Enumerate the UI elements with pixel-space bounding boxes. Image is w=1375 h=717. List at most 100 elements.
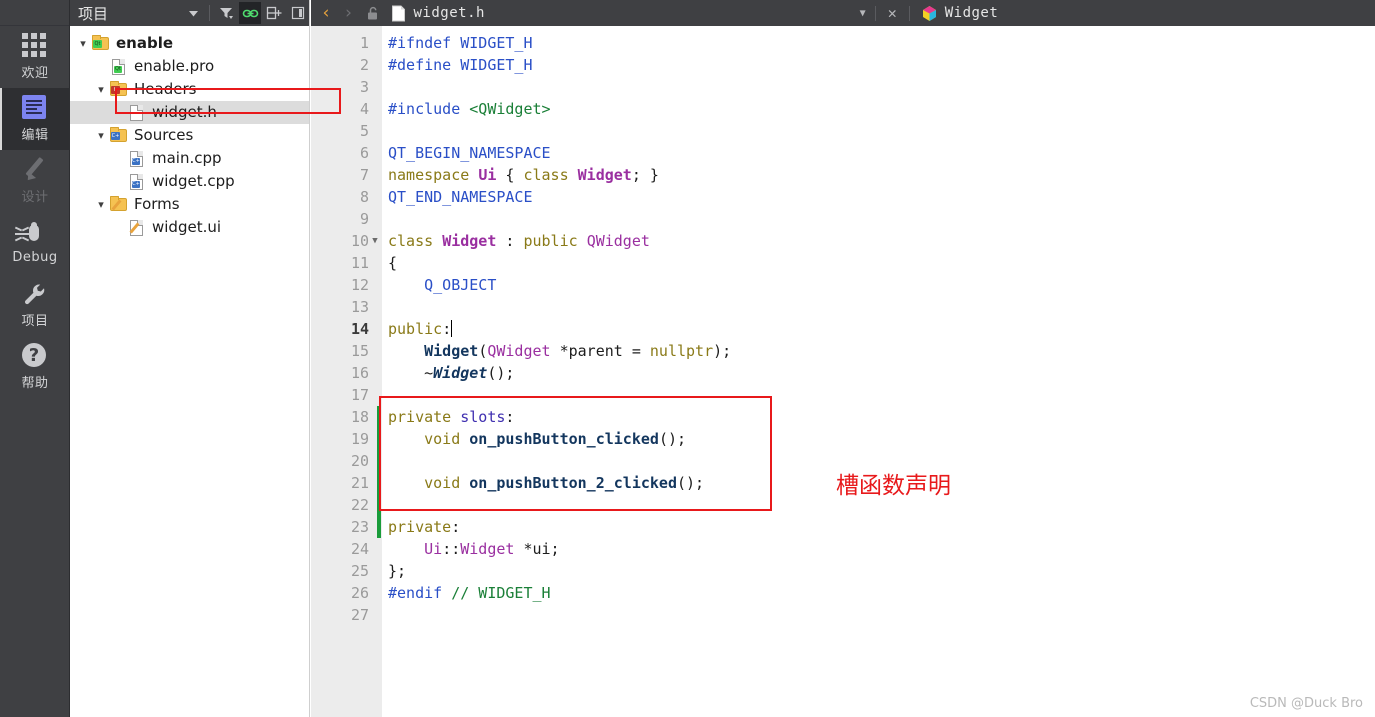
code-token: *ui; bbox=[514, 540, 560, 558]
code-line: 25}; bbox=[311, 560, 1375, 582]
line-number: 9 bbox=[359, 210, 369, 228]
line-number: 12 bbox=[350, 276, 369, 294]
file-dropdown-button[interactable]: ▼ bbox=[860, 8, 866, 19]
code-line-text: QT_END_NAMESPACE bbox=[382, 186, 533, 208]
project-tree-panel: 项目 ▾ Qt enable Qt enable.pro ▾ h Headers… bbox=[70, 0, 341, 717]
editor-file-name[interactable]: widget.h bbox=[414, 5, 485, 21]
line-number: 18 bbox=[350, 408, 369, 426]
class-symbol-icon bbox=[923, 5, 937, 21]
code-token: { bbox=[388, 254, 398, 272]
line-number: 2 bbox=[359, 56, 369, 74]
sync-with-editor-toggle[interactable] bbox=[239, 2, 261, 24]
mode-item-编辑[interactable]: 编辑 bbox=[0, 88, 70, 150]
tree-item-label: main.cpp bbox=[152, 149, 222, 167]
collapse-sidebar-button[interactable] bbox=[287, 2, 309, 24]
code-token: #define bbox=[388, 56, 461, 74]
line-number: 27 bbox=[350, 606, 369, 624]
code-token: nullptr bbox=[649, 342, 714, 360]
line-number: 14 bbox=[350, 320, 369, 338]
code-line-text: #define WIDGET_H bbox=[382, 54, 533, 76]
filter-button[interactable] bbox=[215, 2, 237, 24]
close-file-button[interactable]: ✕ bbox=[885, 4, 900, 22]
edit-document-icon bbox=[22, 95, 48, 121]
qt-creator-window: 欢迎 编辑 设计 Debug 项目? 帮助 项目 ▾ Qt enable Qt … bbox=[0, 0, 1375, 717]
code-token: void bbox=[388, 430, 470, 448]
line-number: 23 bbox=[350, 518, 369, 536]
code-line-text: { bbox=[382, 252, 397, 274]
change-indicator-bar bbox=[377, 494, 381, 516]
code-line: 15 Widget(QWidget *parent = nullptr); bbox=[311, 340, 1375, 362]
code-token: : bbox=[451, 518, 461, 536]
mode-item-欢迎[interactable]: 欢迎 bbox=[0, 26, 70, 88]
code-line: 26 #endif // WIDGET_H bbox=[311, 582, 1375, 604]
tree-item-enable[interactable]: ▾ Qt enable bbox=[70, 32, 309, 55]
code-token: { bbox=[496, 166, 524, 184]
mode-item-label: 欢迎 bbox=[21, 66, 49, 81]
file-cpp-icon: C+ bbox=[128, 173, 146, 190]
project-file-tree: ▾ Qt enable Qt enable.pro ▾ h Headers widget.h ▾ C… bbox=[70, 26, 309, 239]
code-token: (); bbox=[487, 364, 515, 382]
tree-expander[interactable]: ▾ bbox=[74, 37, 92, 50]
code-line-text: ~Widget(); bbox=[382, 362, 514, 384]
code-token: private bbox=[388, 518, 452, 536]
code-line: 11 { bbox=[311, 252, 1375, 274]
tree-item-label: widget.cpp bbox=[152, 172, 235, 190]
tree-item-headers[interactable]: ▾ h Headers bbox=[70, 78, 309, 101]
code-line: 14 public: bbox=[311, 318, 1375, 340]
mode-item-帮助[interactable]: ? 帮助 bbox=[0, 336, 70, 398]
code-token: : bbox=[442, 320, 452, 338]
tree-item-widget-ui[interactable]: widget.ui bbox=[70, 216, 309, 239]
mode-item-设计[interactable]: 设计 bbox=[0, 150, 70, 212]
toolbar-separator-2 bbox=[874, 5, 876, 21]
tree-item-sources[interactable]: ▾ C+ Sources bbox=[70, 124, 309, 147]
line-number: 8 bbox=[359, 188, 369, 206]
toolbar-separator bbox=[209, 5, 210, 21]
code-token: #include bbox=[388, 100, 470, 118]
tree-item-forms[interactable]: ▾ Forms bbox=[70, 193, 309, 216]
line-number: 5 bbox=[359, 122, 369, 140]
code-token: private bbox=[388, 408, 461, 426]
chevron-down-icon bbox=[188, 10, 198, 16]
line-number: 11 bbox=[350, 254, 369, 272]
current-symbol-name[interactable]: Widget bbox=[945, 5, 999, 21]
class-symbol-icon-button bbox=[919, 2, 941, 24]
collapse-left-icon bbox=[291, 6, 305, 20]
code-line: 3 bbox=[311, 76, 1375, 98]
file-cpp-icon: C+ bbox=[128, 150, 146, 167]
code-lines-container: 1 #ifndef WIDGET_H 2 #define WIDGET_H 3 4 #inc… bbox=[311, 26, 1375, 626]
line-number: 15 bbox=[350, 342, 369, 360]
tree-expander[interactable]: ▾ bbox=[92, 83, 110, 96]
split-button[interactable] bbox=[263, 2, 285, 24]
mode-item-Debug[interactable]: Debug bbox=[0, 212, 70, 274]
code-line: 18 private slots: bbox=[311, 406, 1375, 428]
tree-expander[interactable]: ▾ bbox=[92, 129, 110, 142]
project-panel-title: 项目 bbox=[78, 4, 109, 23]
mode-item-label: 帮助 bbox=[21, 376, 49, 391]
tree-item-label: Sources bbox=[134, 126, 194, 144]
view-selector-dropdown[interactable] bbox=[182, 2, 204, 24]
tree-item-label: widget.h bbox=[152, 103, 217, 121]
code-token: <QWidget> bbox=[469, 100, 551, 118]
folder-cpp-icon: C+ bbox=[110, 127, 128, 144]
code-line: 7 namespace Ui { class Widget; } bbox=[311, 164, 1375, 186]
code-line-text: private slots: bbox=[382, 406, 514, 428]
navigate-back-button[interactable]: ‹ bbox=[317, 4, 335, 22]
question-circle-icon: ? bbox=[22, 343, 48, 369]
code-view[interactable]: 1 #ifndef WIDGET_H 2 #define WIDGET_H 3 4 #inc… bbox=[311, 26, 1375, 717]
code-token: : bbox=[505, 408, 515, 426]
fold-toggle-icon[interactable]: ▼ bbox=[369, 230, 381, 252]
tree-item-enable-pro[interactable]: Qt enable.pro bbox=[70, 55, 309, 78]
code-line: 8 QT_END_NAMESPACE bbox=[311, 186, 1375, 208]
navigate-forward-button[interactable]: › bbox=[339, 4, 357, 22]
mode-item-项目[interactable]: 项目 bbox=[0, 274, 70, 336]
code-line: 1 #ifndef WIDGET_H bbox=[311, 32, 1375, 54]
tree-item-main-cpp[interactable]: C+ main.cpp bbox=[70, 147, 309, 170]
lock-toggle-button[interactable] bbox=[362, 2, 384, 24]
tree-item-label: Forms bbox=[134, 195, 180, 213]
code-token: class bbox=[388, 232, 443, 250]
tree-expander[interactable]: ▾ bbox=[92, 198, 110, 211]
tree-item-widget-cpp[interactable]: C+ widget.cpp bbox=[70, 170, 309, 193]
code-line: 2 #define WIDGET_H bbox=[311, 54, 1375, 76]
tree-item-label: enable bbox=[116, 34, 174, 52]
tree-item-widget-h[interactable]: widget.h bbox=[70, 101, 309, 124]
